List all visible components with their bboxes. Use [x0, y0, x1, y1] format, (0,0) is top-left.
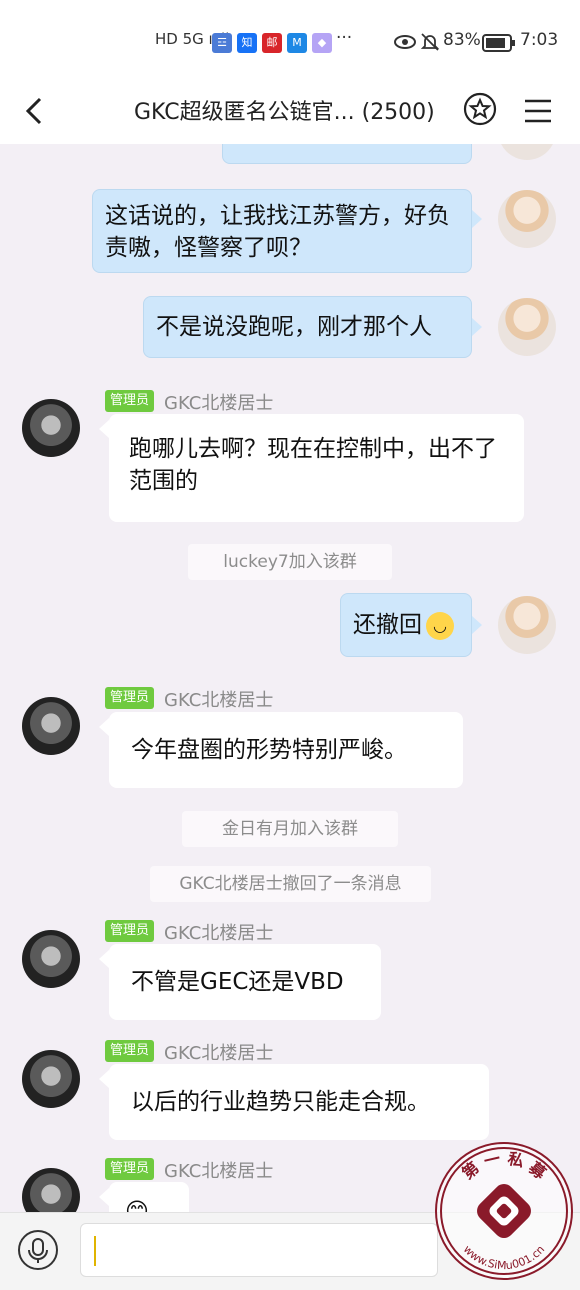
message-bubble-outgoing[interactable]: 不是说没跑呢，刚才那个人 — [143, 296, 472, 358]
clock-time: 7:03 — [520, 30, 559, 50]
admin-badge: 管理员 — [105, 390, 155, 412]
admin-badge: 管理员 — [105, 687, 155, 709]
bubble-tail — [99, 950, 109, 968]
sender-name: GKC北楼居士 — [164, 690, 274, 711]
message-bubble-outgoing[interactable]: 这话说的，让我找江苏警方，好负责嗷，怪警察了呗？ — [92, 189, 472, 273]
admin-badge: 管理员 — [105, 920, 155, 942]
gem-app-icon: ◆ — [312, 33, 332, 53]
message-bubble-incoming[interactable]: 今年盘圈的形势特别严峻。 — [109, 712, 463, 788]
admin-badge: 管理员 — [105, 1040, 155, 1062]
favorite-star-icon[interactable] — [463, 92, 497, 126]
my-avatar[interactable] — [498, 596, 556, 654]
back-arrow-icon[interactable] — [20, 96, 50, 126]
svg-text:www.SiMu001.cn: www.SiMu001.cn — [461, 1243, 548, 1272]
message-bubble-incoming[interactable]: 以后的行业趋势只能走合规。 — [109, 1064, 489, 1140]
message-bubble-incoming[interactable]: 不管是GEC还是VBD — [109, 944, 381, 1020]
bubble-tail — [472, 616, 482, 634]
system-notice: 金日有月加入该群 — [182, 811, 398, 847]
seal-bottom-text: www.SiMu001.cn — [461, 1243, 548, 1272]
zhihu-app-icon: 知 — [237, 33, 257, 53]
bubble-tail — [99, 718, 109, 736]
sender-name: GKC北楼居士 — [164, 1161, 274, 1182]
sender-name: GKC北楼居士 — [164, 1043, 274, 1064]
bubble-tail — [99, 1070, 109, 1088]
bubble-tail — [99, 420, 109, 438]
admin-avatar[interactable] — [22, 1168, 80, 1212]
seal-top-text: 第 一 私 募 — [458, 1149, 550, 1184]
bubble-tail — [472, 210, 482, 228]
voice-input-button[interactable] — [18, 1230, 58, 1270]
my-avatar[interactable] — [498, 190, 556, 248]
message-bubble-outgoing[interactable]: 还撤回 ◡ — [340, 593, 472, 657]
battery-percent: 83% — [443, 30, 481, 50]
more-notifications-icon: ··· — [336, 28, 353, 48]
emoji-sticker: 😊 — [125, 1199, 149, 1212]
watermark-seal-logo: 第 一 私 募 www.SiMu001.cn — [435, 1142, 573, 1280]
admin-avatar[interactable] — [22, 697, 80, 755]
bubble-tail — [472, 318, 482, 336]
admin-avatar[interactable] — [22, 930, 80, 988]
battery-icon — [482, 34, 515, 52]
menu-icon[interactable] — [522, 96, 554, 126]
mute-bell-icon — [420, 33, 440, 51]
my-avatar[interactable] — [498, 144, 556, 160]
message-text-input[interactable] — [80, 1223, 438, 1277]
eye-icon — [394, 35, 416, 49]
chat-messages-area[interactable]: 这话说的，让我找江苏警方，好负责嗷，怪警察了呗？ 不是说没跑呢，刚才那个人 管理… — [0, 144, 580, 1212]
group-title: GKC超级匿名公链官... (2500) — [134, 100, 435, 125]
system-notice: luckey7加入该群 — [188, 544, 392, 580]
sender-name: GKC北楼居士 — [164, 393, 274, 414]
m-app-icon: M — [287, 33, 307, 53]
post-app-icon: 邮 — [262, 33, 282, 53]
bubble-tail — [99, 1188, 109, 1206]
system-notice: GKC北楼居士撤回了一条消息 — [150, 866, 431, 902]
message-bubble-outgoing-partial[interactable] — [222, 144, 472, 164]
microphone-icon — [28, 1238, 48, 1263]
sender-name: GKC北楼居士 — [164, 923, 274, 944]
message-text: 还撤回 — [353, 612, 422, 638]
svg-text:第 一 私 募: 第 一 私 募 — [458, 1149, 550, 1184]
smile-emoji-icon: ◡ — [426, 611, 454, 640]
seal-emblem-icon: 第 一 私 募 www.SiMu001.cn — [440, 1147, 568, 1275]
status-bar: HD 5G ıııll ☲ 知 邮 M ◆ ··· 83% 7:03 — [0, 0, 580, 80]
chat-header: GKC超级匿名公链官... (2500) — [0, 80, 580, 144]
admin-avatar[interactable] — [22, 1050, 80, 1108]
my-avatar[interactable] — [498, 298, 556, 356]
admin-avatar[interactable] — [22, 399, 80, 457]
calendar-app-icon: ☲ — [212, 33, 232, 53]
message-bubble-incoming[interactable]: 😊 — [109, 1182, 189, 1212]
admin-badge: 管理员 — [105, 1158, 155, 1180]
text-caret — [94, 1236, 96, 1266]
message-bubble-incoming[interactable]: 跑哪儿去啊？现在在控制中，出不了范围的 — [109, 414, 524, 522]
